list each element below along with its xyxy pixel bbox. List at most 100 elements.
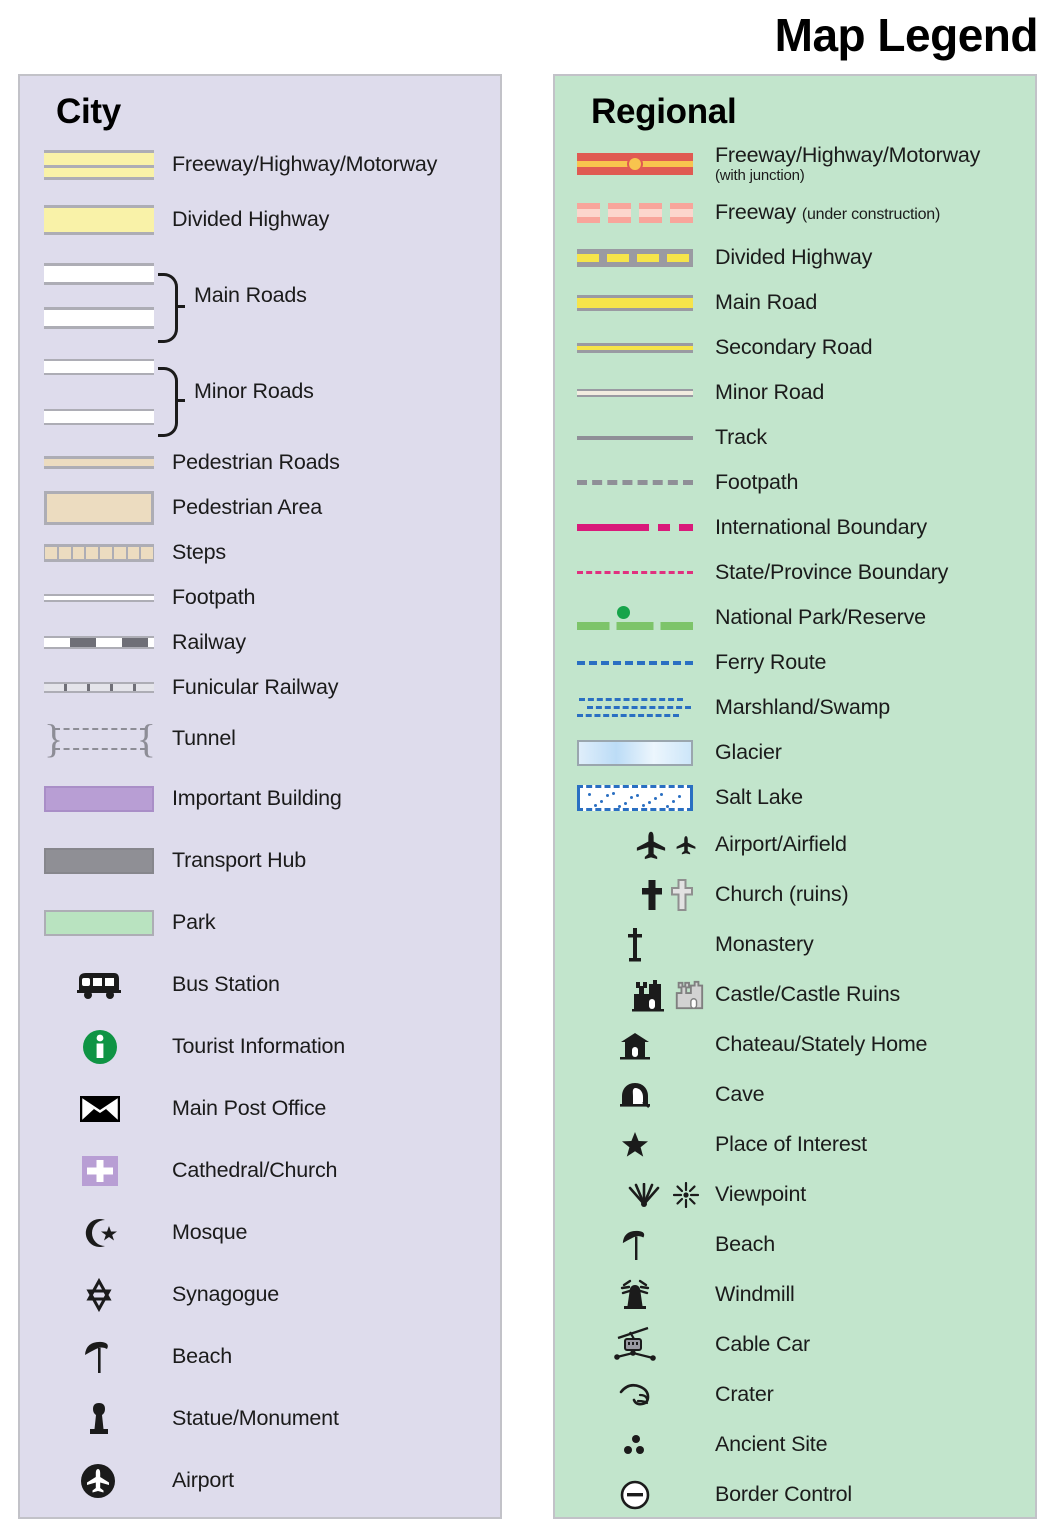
city-pedestrian-area-icon xyxy=(44,490,154,525)
beach-umbrella-icon xyxy=(85,1341,108,1373)
airplane-icon xyxy=(636,831,666,860)
legend-row-city-steps: Steps xyxy=(20,530,500,575)
city-railway-symbol xyxy=(20,636,172,649)
legend-label-main: Freeway/Highway/Motorway xyxy=(715,143,981,168)
legend-row-city-airport: Airport xyxy=(20,1450,500,1512)
legend-row-regional-crater: Crater xyxy=(555,1370,1035,1420)
legend-row-city-synagogue: Synagogue xyxy=(20,1264,500,1326)
legend-row-regional-international-boundary: International Boundary xyxy=(555,505,1035,550)
legend-row-city-freeway: Freeway/Highway/Motorway xyxy=(20,138,500,192)
info-icon xyxy=(83,1030,117,1064)
legend-row-regional-chateau: Chateau/Stately Home xyxy=(555,1020,1035,1070)
minor-road-icon xyxy=(577,388,693,397)
legend-row-regional-national-park: National Park/Reserve xyxy=(555,595,1035,640)
legend-label: Mosque xyxy=(172,1220,248,1245)
regional-national-park-symbol xyxy=(555,605,715,630)
bus-icon xyxy=(77,973,121,999)
legend-row-regional-ferry-route: Ferry Route xyxy=(555,640,1035,685)
cable-car-icon xyxy=(614,1326,656,1361)
legend-row-regional-monastery: Monastery xyxy=(555,920,1035,970)
city-main-road-icon xyxy=(44,263,154,285)
legend-row-regional-salt-lake: Salt Lake xyxy=(555,775,1035,820)
legend-label: Crater xyxy=(715,1382,774,1407)
legend-row-city-tunnel: } { Tunnel xyxy=(20,710,500,768)
city-minor-roads-symbol xyxy=(20,359,185,437)
airfield-icon xyxy=(676,836,696,855)
regional-chateau-symbol xyxy=(555,1030,715,1060)
legend-row-regional-place-of-interest: Place of Interest xyxy=(555,1120,1035,1170)
brace-icon xyxy=(158,273,185,343)
legend-label: Freeway/Highway/Motorway xyxy=(172,152,438,177)
city-important-building-icon xyxy=(44,786,154,812)
regional-freeway-junction-symbol xyxy=(555,153,715,175)
legend-label: Footpath xyxy=(172,584,256,609)
regional-legend-rows: Freeway/Highway/Motorway (with junction)… xyxy=(555,138,1035,1520)
legend-row-city-bus-station: Bus Station xyxy=(20,954,500,1016)
page-title: Map Legend xyxy=(774,9,1039,61)
city-tunnel-icon: } { xyxy=(44,716,156,761)
legend-row-city-divided-highway: Divided Highway xyxy=(20,192,500,248)
legend-label: Marshland/Swamp xyxy=(715,694,891,719)
legend-label: Transport Hub xyxy=(172,848,307,873)
legend-row-city-park: Park xyxy=(20,892,500,954)
city-panel-heading: City xyxy=(56,92,121,131)
city-park-symbol xyxy=(20,910,172,936)
legend-label: National Park/Reserve xyxy=(715,604,926,629)
crescent-star-icon xyxy=(85,1219,117,1247)
legend-row-city-funicular-railway: Funicular Railway xyxy=(20,665,500,710)
legend-row-regional-windmill: Windmill xyxy=(555,1270,1035,1320)
crater-icon xyxy=(619,1383,650,1406)
legend-label: Viewpoint xyxy=(715,1182,807,1207)
star-of-david-icon xyxy=(86,1278,112,1312)
regional-glacier-symbol xyxy=(555,739,715,766)
legend-label: Main Road xyxy=(715,289,818,314)
legend-row-city-mosque: Mosque xyxy=(20,1202,500,1264)
city-freeway-icon xyxy=(44,150,154,180)
cross-square-icon xyxy=(82,1156,118,1186)
map-legend-page: Map Legend City Freeway/Highway/Motorway… xyxy=(0,0,1050,1533)
legend-label-sub: (with junction) xyxy=(715,166,805,184)
legend-row-city-beach: Beach xyxy=(20,1326,500,1388)
legend-row-city-railway: Railway xyxy=(20,620,500,665)
footpath-icon xyxy=(577,480,693,485)
regional-freeway-construction-symbol xyxy=(555,202,715,223)
legend-row-regional-glacier: Glacier xyxy=(555,730,1035,775)
legend-label: Beach xyxy=(715,1232,775,1257)
city-funicular-railway-icon xyxy=(44,682,154,693)
city-railway-icon xyxy=(44,636,154,649)
legend-label: Airport/Airfield xyxy=(715,832,847,857)
legend-label: Monastery xyxy=(715,932,814,957)
legend-label: Divided Highway xyxy=(715,244,873,269)
legend-row-regional-marshland: Marshland/Swamp xyxy=(555,685,1035,730)
regional-state-boundary-symbol xyxy=(555,571,715,574)
freeway-under-construction-icon xyxy=(577,202,693,223)
legend-row-regional-main-road: Main Road xyxy=(555,280,1035,325)
legend-row-regional-secondary-road: Secondary Road xyxy=(555,325,1035,370)
legend-label: Park xyxy=(172,910,216,935)
legend-label: Cathedral/Church xyxy=(172,1158,338,1183)
regional-windmill-symbol xyxy=(555,1278,715,1312)
envelope-icon xyxy=(80,1096,120,1122)
state-boundary-icon xyxy=(577,571,693,574)
legend-label: Chateau/Stately Home xyxy=(715,1032,928,1057)
legend-label: Important Building xyxy=(172,786,342,811)
regional-panel-heading: Regional xyxy=(591,92,737,131)
legend-row-regional-church-ruins: Church (ruins) xyxy=(555,870,1035,920)
border-control-icon xyxy=(620,1480,650,1510)
legend-label: Main Post Office xyxy=(172,1096,327,1121)
windmill-icon xyxy=(620,1279,650,1309)
legend-label: Freeway (under construction) xyxy=(715,200,940,224)
legend-row-city-transport-hub: Transport Hub xyxy=(20,830,500,892)
regional-footpath-symbol xyxy=(555,480,715,485)
legend-label: Minor Roads xyxy=(194,379,314,404)
legend-label: Secondary Road xyxy=(715,334,873,359)
legend-label: Divided Highway xyxy=(172,207,330,232)
castle-icon xyxy=(632,980,664,1012)
legend-row-regional-castle: Castle/Castle Ruins xyxy=(555,970,1035,1020)
city-synagogue-symbol xyxy=(20,1278,172,1312)
regional-ancient-site-symbol xyxy=(555,1432,715,1458)
regional-divided-highway-symbol xyxy=(555,248,715,267)
legend-row-regional-track: Track xyxy=(555,415,1035,460)
viewpoint-star-icon xyxy=(673,1182,699,1208)
city-funicular-railway-symbol xyxy=(20,682,172,693)
